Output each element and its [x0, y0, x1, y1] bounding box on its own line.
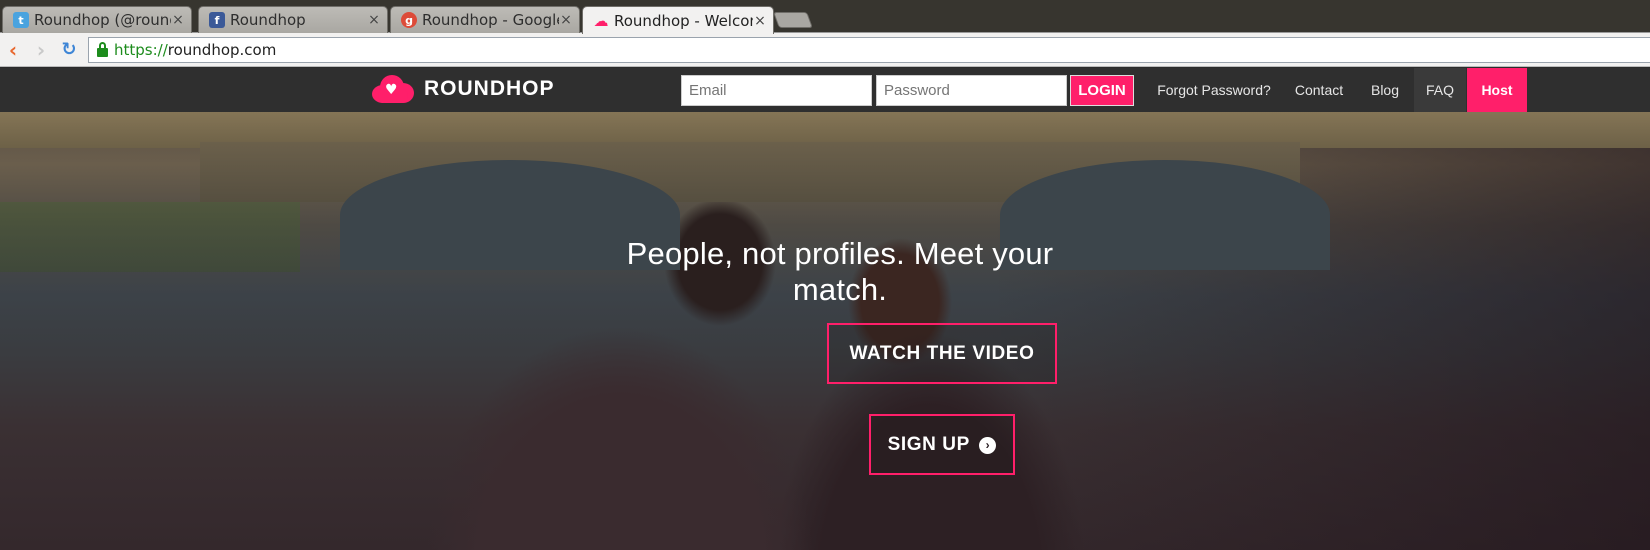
sign-up-label: SIGN UP — [887, 434, 970, 455]
sign-up-button[interactable]: SIGN UP › — [869, 414, 1015, 475]
email-field[interactable] — [681, 75, 872, 106]
hero-headline: People, not profiles. Meet your match. — [626, 236, 1054, 307]
tab-google-plus[interactable]: g Roundhop - Google+ × — [390, 6, 580, 33]
tab-twitter[interactable]: t Roundhop (@round × — [2, 6, 192, 33]
watch-video-button[interactable]: WATCH THE VIDEO — [827, 323, 1057, 384]
password-field[interactable] — [876, 75, 1067, 106]
login-button[interactable]: LOGIN — [1070, 75, 1134, 106]
faq-link[interactable]: FAQ — [1414, 68, 1466, 112]
roundhop-icon: ☁ — [593, 11, 609, 30]
watch-video-label: WATCH THE VIDEO — [849, 343, 1035, 364]
hero-background — [0, 112, 1650, 550]
brand-name: ROUNDHOP — [424, 77, 555, 100]
close-icon[interactable]: × — [367, 12, 381, 28]
close-icon[interactable]: × — [753, 13, 767, 29]
roundhop-page: ♥ ROUNDHOP LOGIN Forgot Password? Contac… — [0, 68, 1650, 550]
tab-roundhop[interactable]: ☁ Roundhop - Welcom × — [582, 6, 774, 34]
facebook-icon: f — [209, 12, 225, 28]
forgot-password-link[interactable]: Forgot Password? — [1156, 68, 1272, 112]
twitter-icon: t — [13, 12, 29, 28]
tab-title: Roundhop — [230, 11, 306, 29]
url-scheme: https:// — [114, 41, 168, 59]
cloud-heart-icon: ♥ — [372, 75, 414, 103]
chevron-right-icon: › — [979, 437, 997, 454]
browser-toolbar: ‹ › ↻ https:// roundhop.com — [0, 33, 1650, 67]
close-icon[interactable]: × — [559, 12, 573, 28]
google-plus-icon: g — [401, 12, 417, 28]
site-logo[interactable]: ♥ ROUNDHOP — [372, 75, 555, 103]
contact-link[interactable]: Contact — [1286, 68, 1352, 112]
reload-icon[interactable]: ↻ — [58, 39, 80, 61]
forward-icon[interactable]: › — [30, 39, 52, 61]
back-icon[interactable]: ‹ — [2, 39, 24, 61]
new-tab-button[interactable] — [773, 12, 813, 28]
lock-icon — [97, 41, 108, 57]
url-host: roundhop.com — [167, 41, 277, 59]
close-icon[interactable]: × — [171, 12, 185, 28]
host-button[interactable]: Host — [1467, 68, 1527, 112]
blog-link[interactable]: Blog — [1364, 68, 1406, 112]
address-bar[interactable]: https:// roundhop.com — [88, 37, 1650, 63]
site-navbar: ♥ ROUNDHOP LOGIN Forgot Password? Contac… — [0, 68, 1650, 112]
tab-title: Roundhop - Welcom — [614, 11, 753, 30]
tab-strip: t Roundhop (@round × f Roundhop × g Roun… — [0, 0, 1650, 34]
tab-title: Roundhop - Google+ — [422, 11, 559, 29]
tab-title: Roundhop (@round — [34, 11, 171, 29]
tab-facebook[interactable]: f Roundhop × — [198, 6, 388, 33]
riverbank — [0, 202, 300, 272]
